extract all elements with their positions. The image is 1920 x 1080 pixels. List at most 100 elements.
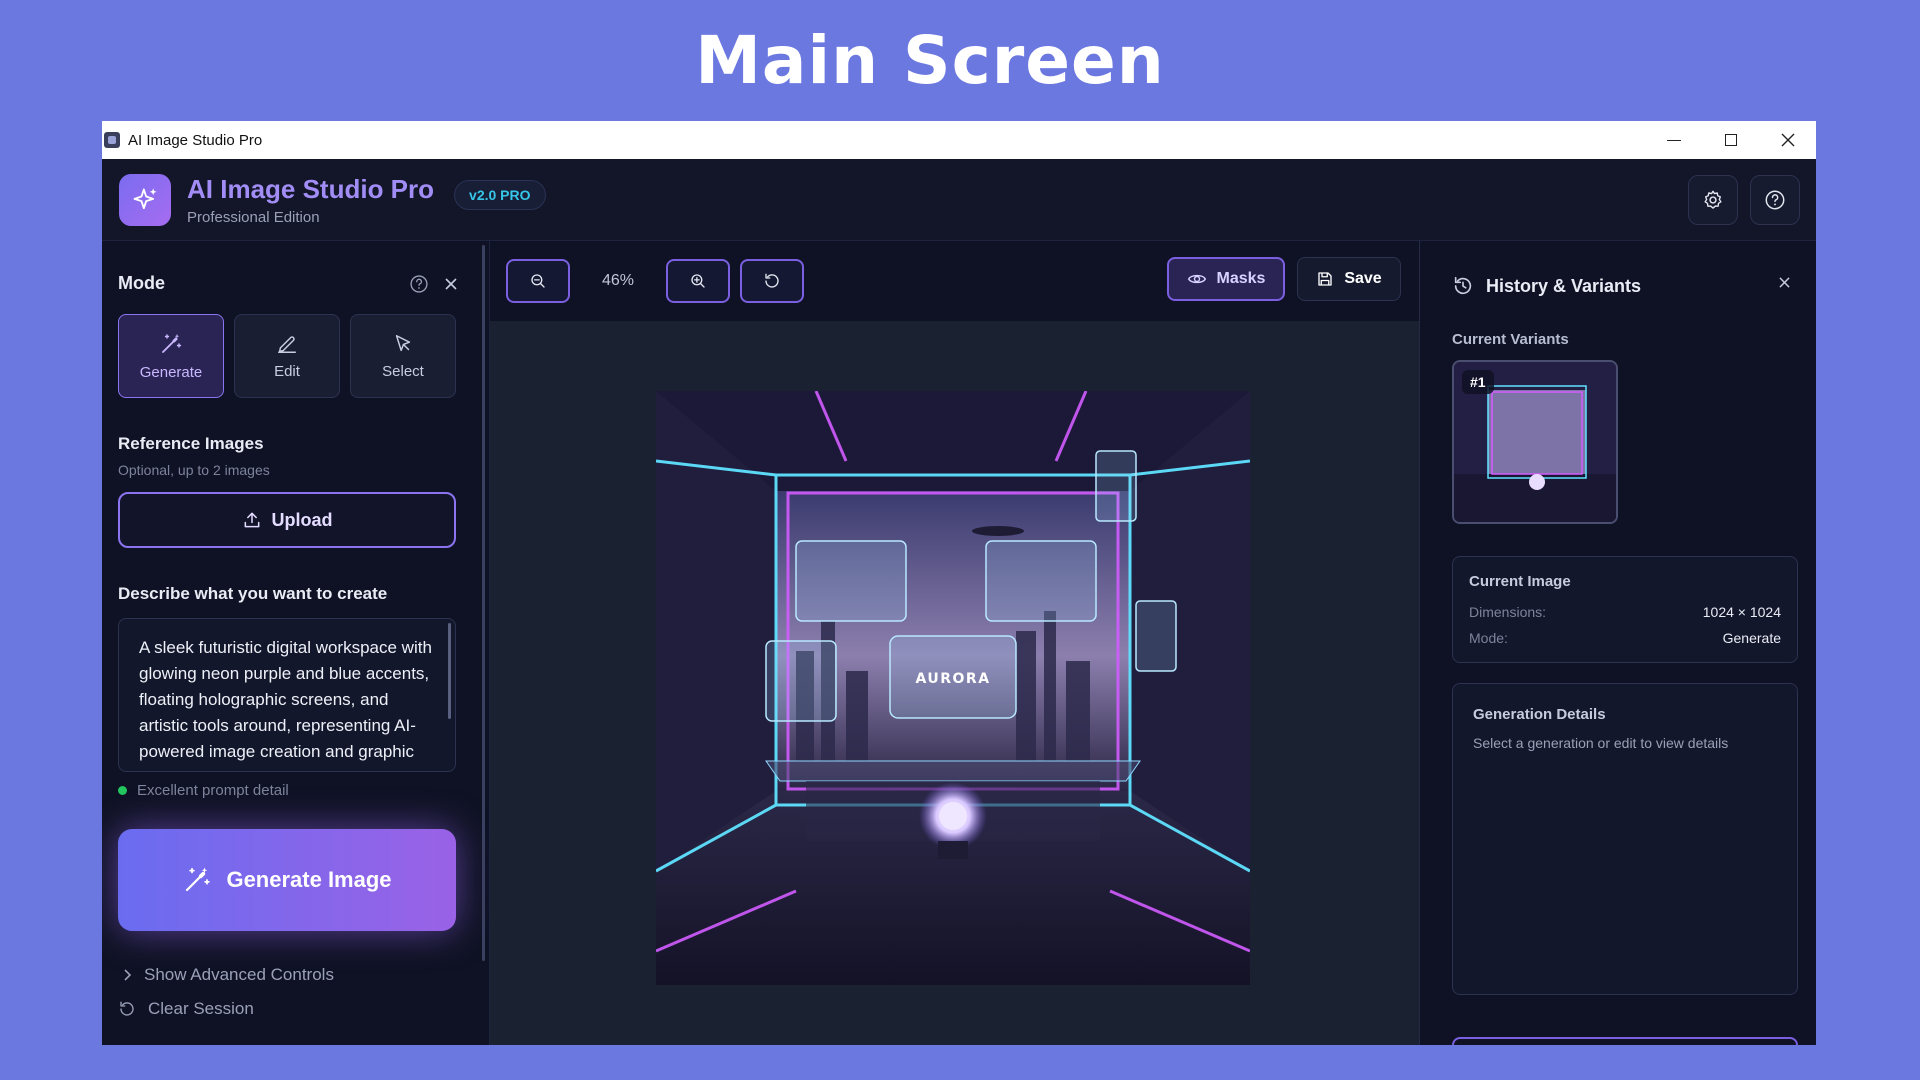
zoom-in-button[interactable] bbox=[666, 259, 730, 303]
generate-image-button[interactable]: Generate Image bbox=[118, 829, 456, 931]
mode-selector: Generate Edit Select bbox=[118, 314, 473, 398]
mode-value: Generate bbox=[1722, 630, 1781, 646]
magic-wand-icon bbox=[162, 333, 182, 353]
help-icon bbox=[1765, 190, 1785, 210]
masks-label: Masks bbox=[1216, 270, 1266, 287]
upload-icon bbox=[244, 512, 259, 528]
chevron-right-icon bbox=[124, 969, 132, 981]
settings-button[interactable] bbox=[1688, 175, 1738, 225]
zoom-out-icon bbox=[531, 274, 545, 288]
dimensions-row: Dimensions: 1024 × 1024 bbox=[1469, 604, 1781, 620]
prompt-title: Describe what you want to create bbox=[118, 584, 388, 603]
close-icon bbox=[1779, 277, 1790, 288]
upload-button[interactable]: Upload bbox=[118, 492, 456, 548]
history-icon bbox=[1454, 276, 1472, 295]
generated-image[interactable]: AURORA bbox=[656, 391, 1250, 985]
app-body: Mode Generate Edit Select Reference Imag… bbox=[102, 241, 1816, 1045]
maximize-button[interactable] bbox=[1702, 121, 1759, 159]
clear-session-label: Clear Session bbox=[148, 999, 254, 1018]
help-button[interactable] bbox=[1750, 175, 1800, 225]
generation-details-hint: Select a generation or edit to view deta… bbox=[1473, 735, 1729, 751]
bottom-action-button[interactable] bbox=[1452, 1037, 1798, 1045]
minimize-icon bbox=[1666, 139, 1681, 141]
reset-view-button[interactable] bbox=[740, 259, 804, 303]
current-variants-label: Current Variants bbox=[1452, 331, 1569, 348]
variant-number: #1 bbox=[1462, 370, 1494, 394]
masks-button[interactable]: Masks bbox=[1167, 257, 1285, 301]
generation-details-card: Generation Details Select a generation o… bbox=[1452, 683, 1798, 995]
minimize-button[interactable] bbox=[1645, 121, 1702, 159]
dimensions-label: Dimensions: bbox=[1469, 604, 1547, 620]
canvas-area: 46% Masks Save AURORA bbox=[490, 241, 1420, 1045]
page-headline: Main Screen bbox=[695, 22, 1165, 99]
show-advanced-controls-label: Show Advanced Controls bbox=[144, 965, 334, 984]
zoom-out-button[interactable] bbox=[506, 259, 570, 303]
pencil-icon bbox=[278, 335, 296, 353]
window-controls bbox=[1645, 121, 1816, 159]
left-panel: Mode Generate Edit Select Reference Imag… bbox=[102, 241, 490, 1045]
reset-icon bbox=[765, 273, 779, 288]
upload-label: Upload bbox=[271, 509, 333, 530]
zoom-in-icon bbox=[691, 274, 705, 288]
history-close-button[interactable] bbox=[1779, 277, 1790, 288]
save-icon bbox=[1318, 272, 1332, 286]
header-actions bbox=[1688, 175, 1800, 225]
brand: AI Image Studio Pro Professional Edition bbox=[187, 174, 434, 226]
prompt-textarea[interactable]: A sleek futuristic digital workspace wit… bbox=[118, 618, 456, 772]
app-header: AI Image Studio Pro Professional Edition… bbox=[102, 159, 1816, 241]
help-icon[interactable] bbox=[409, 274, 429, 294]
mode-edit-label: Edit bbox=[274, 362, 300, 380]
close-icon bbox=[1781, 133, 1794, 147]
left-scrollbar[interactable] bbox=[482, 245, 485, 961]
app-title: AI Image Studio Pro bbox=[187, 173, 435, 204]
version-badge: v2.0 PRO bbox=[454, 179, 546, 210]
canvas-toolbar: 46% Masks Save bbox=[490, 241, 1419, 321]
window-titlebar: AI Image Studio Pro bbox=[102, 121, 1816, 159]
image-aurora-text: AURORA bbox=[915, 671, 990, 687]
generate-image-label: Generate Image bbox=[226, 867, 392, 892]
history-title: History & Variants bbox=[1486, 275, 1642, 296]
close-window-button[interactable] bbox=[1759, 121, 1816, 159]
app-logo bbox=[119, 173, 171, 226]
app-subtitle: Professional Edition bbox=[187, 208, 320, 226]
mode-header-actions bbox=[409, 274, 457, 294]
status-dot-icon bbox=[118, 786, 127, 795]
clear-session-button[interactable]: Clear Session bbox=[118, 999, 473, 1019]
mode-label: Mode: bbox=[1469, 630, 1508, 646]
cursor-icon bbox=[395, 334, 411, 351]
prompt-quality-indicator: Excellent prompt detail bbox=[118, 782, 473, 799]
prompt-scrollbar[interactable] bbox=[448, 623, 451, 719]
mode-header: Mode bbox=[118, 273, 473, 294]
current-image-title: Current Image bbox=[1469, 573, 1571, 590]
window-title: AI Image Studio Pro bbox=[128, 131, 263, 149]
reference-images-hint: Optional, up to 2 images bbox=[118, 462, 270, 478]
mode-generate-button[interactable]: Generate bbox=[118, 314, 224, 398]
mode-generate-label: Generate bbox=[139, 363, 203, 381]
generation-details-title: Generation Details bbox=[1473, 706, 1606, 723]
mode-edit-button[interactable]: Edit bbox=[234, 314, 340, 398]
variant-thumbnail[interactable]: #1 bbox=[1452, 360, 1618, 524]
app-window: AI Image Studio Pro AI Image Studio Pro … bbox=[102, 121, 1816, 1045]
save-button[interactable]: Save bbox=[1297, 257, 1401, 301]
prompt-quality-text: Excellent prompt detail bbox=[137, 782, 289, 799]
mode-select-button[interactable]: Select bbox=[350, 314, 456, 398]
save-label: Save bbox=[1344, 270, 1382, 287]
prompt-text: A sleek futuristic digital workspace wit… bbox=[139, 638, 432, 771]
app-small-icon bbox=[104, 132, 120, 148]
generated-image-art: AURORA bbox=[656, 391, 1250, 985]
mode-title: Mode bbox=[118, 273, 165, 293]
close-icon[interactable] bbox=[445, 277, 457, 290]
right-panel: History & Variants Current Variants #1 C… bbox=[1420, 241, 1816, 1045]
gear-icon bbox=[1704, 190, 1722, 209]
mode-select-label: Select bbox=[382, 362, 424, 380]
eye-icon bbox=[1187, 274, 1206, 284]
sparkles-icon bbox=[133, 187, 157, 209]
magic-wand-icon bbox=[186, 867, 211, 892]
mode-row: Mode: Generate bbox=[1469, 630, 1781, 646]
dimensions-value: 1024 × 1024 bbox=[1702, 604, 1781, 620]
history-header: History & Variants bbox=[1452, 275, 1800, 297]
zoom-level: 46% bbox=[601, 272, 635, 289]
reset-icon bbox=[120, 1001, 134, 1016]
reference-images-title: Reference Images bbox=[118, 434, 264, 453]
show-advanced-controls-toggle[interactable]: Show Advanced Controls bbox=[122, 965, 473, 985]
